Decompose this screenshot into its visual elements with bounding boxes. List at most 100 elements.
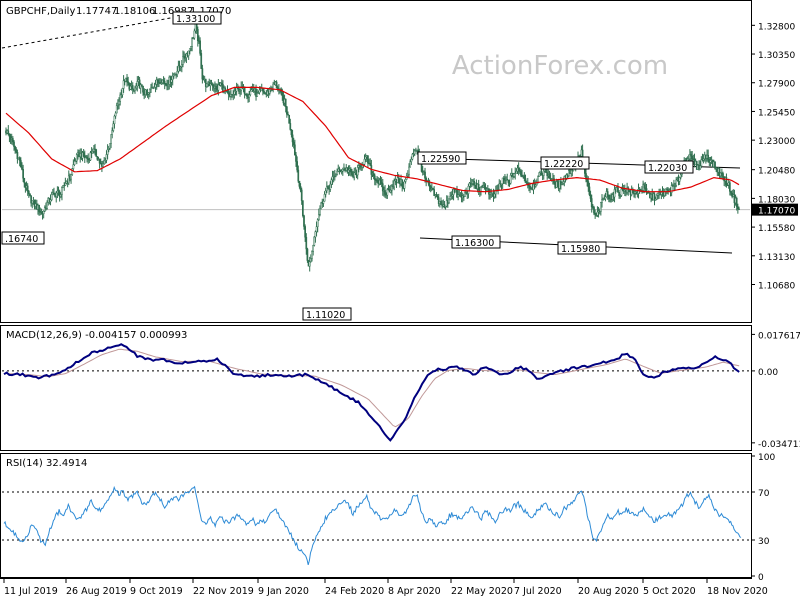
candle [287,111,289,116]
candle [546,169,549,180]
candle [190,46,192,52]
price-tick-label: 1.32800 [758,22,795,32]
candle [243,86,246,99]
candle [401,179,404,192]
candle [693,153,696,168]
candle [501,177,504,189]
candle [235,82,238,96]
candle [373,173,376,186]
rsi-panel-frame [0,453,752,578]
candle [276,85,279,92]
price-annotation-label: .16740 [5,234,38,245]
candle [172,73,175,79]
candle [588,182,591,197]
candle [56,186,59,199]
candle [201,64,204,84]
candle [106,144,109,160]
candle [155,76,158,90]
candle [494,185,497,199]
x-tick-label: 22 May 2020 [451,586,513,597]
price-panel-frame [0,0,752,323]
candle [196,26,199,47]
candle [95,148,98,157]
candle [517,162,520,176]
candle [110,134,112,149]
price-tick-label: 1.20480 [758,167,795,177]
candle [431,183,433,192]
candle [700,156,703,169]
x-tick-label: 8 Apr 2020 [388,586,441,597]
candle [332,170,335,183]
price-annotation-label: 1.11020 [306,310,345,321]
candle [653,192,656,206]
x-tick-label: 9 Jan 2020 [258,586,309,597]
candle [313,236,316,247]
x-tick-label: 7 Jul 2020 [514,586,562,597]
candle [532,179,535,195]
rsi-tick-label: 0 [758,573,764,583]
candle [413,149,416,157]
candle [312,244,314,256]
candle [548,170,551,179]
candle [375,178,377,186]
candle [437,193,440,207]
chart-window: ActionForex.com GBPCHF,Daily 1.17747 1.1… [0,0,800,600]
resistance-dotted-line [1,16,177,49]
candle [38,204,40,216]
candle [421,166,424,176]
candle [99,158,102,165]
candle [252,84,255,93]
candle [533,178,536,190]
candle [709,156,712,167]
candle [618,190,620,199]
candle [61,186,63,201]
candle [183,51,185,64]
candle [87,153,90,164]
price-annotation-label: 1.22590 [421,154,460,165]
candle [288,114,291,124]
candle [149,88,151,98]
macd-panel-frame [0,325,752,451]
candle [444,205,447,210]
x-tick-label: 24 Feb 2020 [325,586,384,597]
candle [524,174,527,183]
candle [210,79,213,86]
price-tick-label: 1.30350 [758,51,795,61]
price-annotation-label: 1.22220 [544,159,583,170]
candle [263,88,265,94]
candle [506,173,509,181]
x-tick-label: 5 Oct 2020 [643,586,696,597]
candle [131,82,134,95]
candle [701,153,704,162]
candle [391,184,393,196]
candle [678,176,681,185]
candle [514,167,517,180]
candle [461,192,464,203]
candle [42,210,45,219]
price-tick-label: 1.23000 [758,137,795,147]
candle [500,183,503,190]
candle [215,83,217,93]
candle [622,184,625,195]
candle [113,114,116,129]
candle [199,37,201,56]
candle [613,185,616,203]
candle [119,92,122,106]
candle [233,87,236,99]
candle [282,91,285,106]
candle [353,167,356,181]
candle [109,143,111,151]
candle [19,157,22,168]
price-tick-label: 1.15580 [758,224,795,234]
candle [209,79,212,91]
rsi-line [3,485,742,566]
macd-tick-label: 0.00 [758,368,778,378]
candle [597,206,600,218]
candle [363,154,366,166]
x-tick-label: 20 Aug 2020 [578,586,639,597]
candle [364,153,367,163]
candle [31,200,34,209]
candle [147,92,150,100]
candle [187,50,190,60]
candle [538,172,541,177]
